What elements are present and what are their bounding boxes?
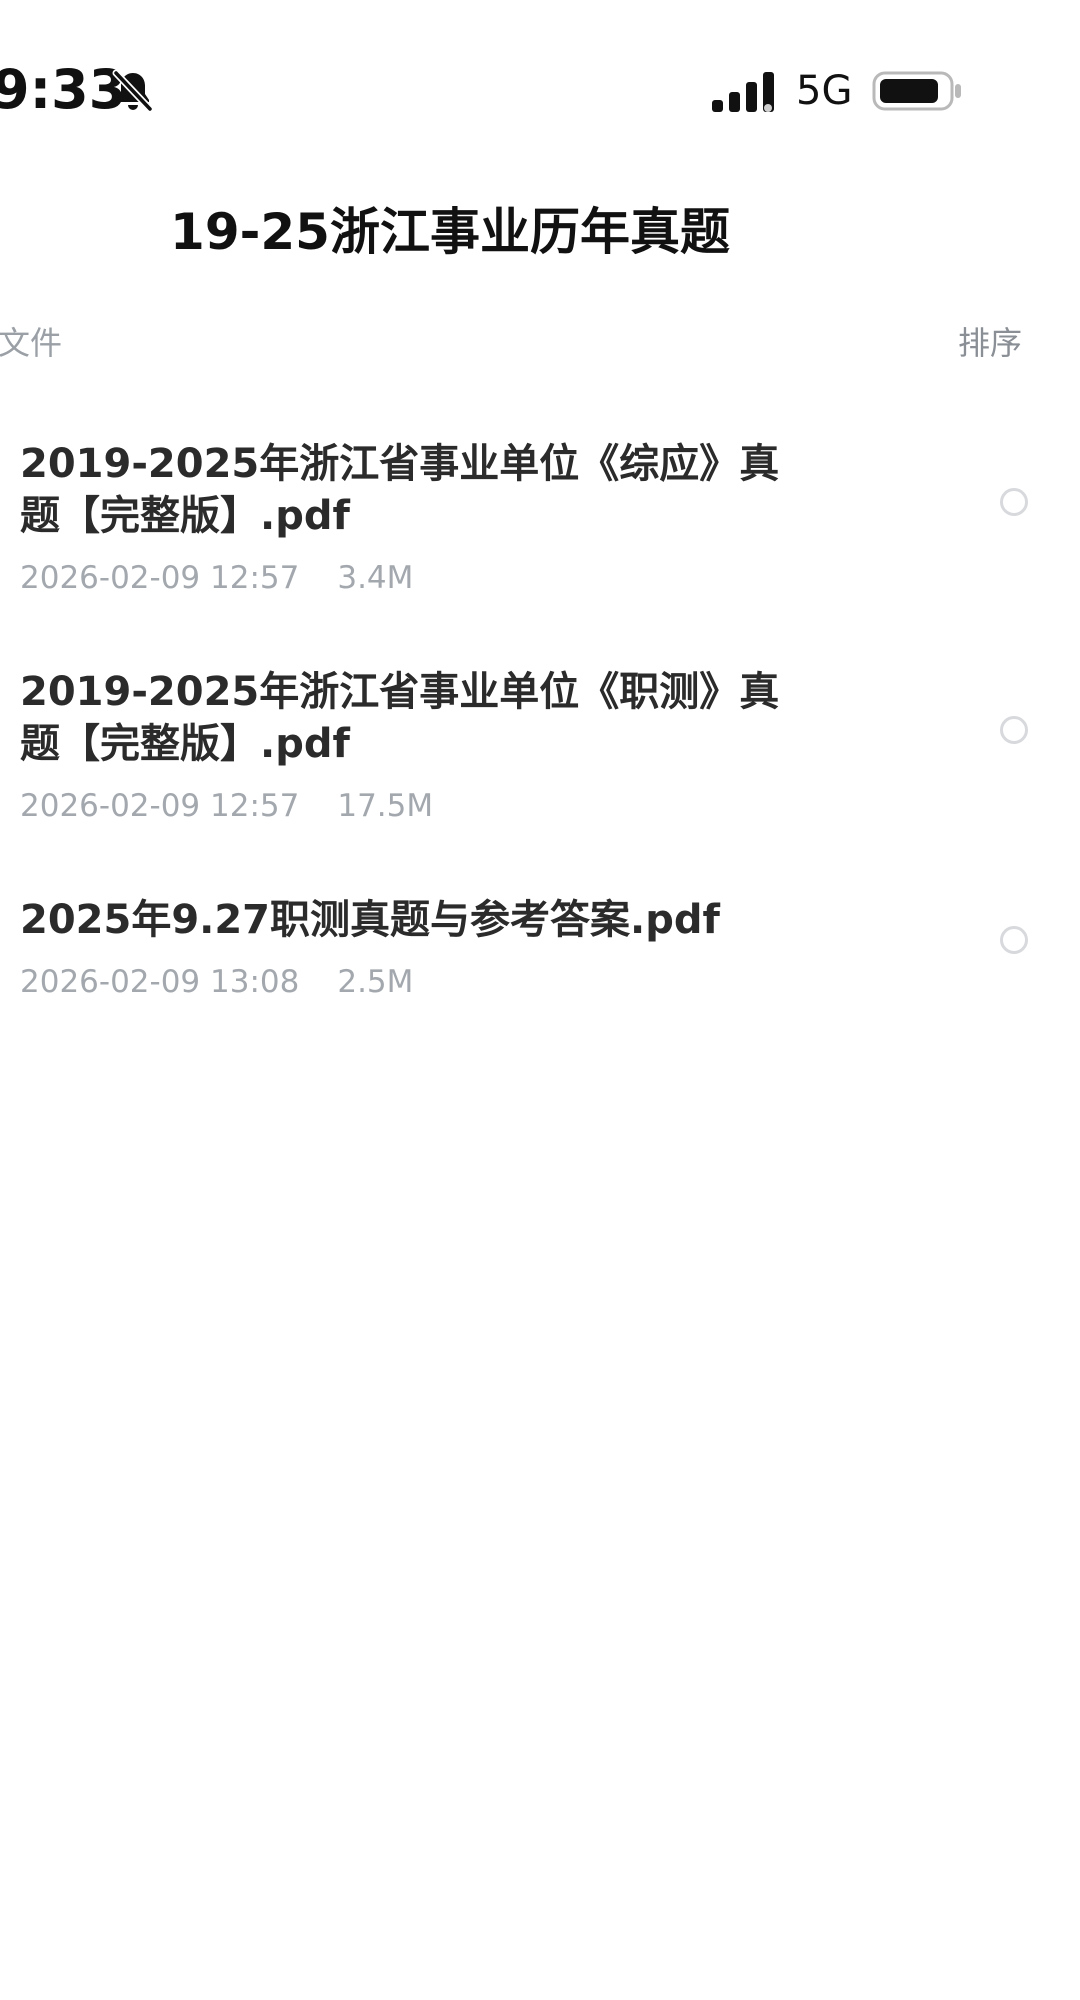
file-item[interactable]: 2025年9.27职测真题与参考答案.pdf 2026-02-09 13:08 2… — [0, 886, 1080, 1036]
page-title: 19-25浙江事业历年真题 — [170, 203, 730, 261]
select-radio[interactable] — [1000, 716, 1028, 744]
network-type: 5G — [796, 68, 853, 114]
file-meta: 2026-02-09 12:57 17.5M — [20, 788, 433, 824]
select-radio[interactable] — [1000, 488, 1028, 516]
select-radio[interactable] — [1000, 926, 1028, 954]
file-date: 2026-02-09 13:08 — [20, 964, 300, 1000]
file-meta: 2026-02-09 12:57 3.4M — [20, 560, 413, 596]
file-size: 3.4M — [337, 560, 414, 596]
battery-icon — [872, 71, 961, 111]
file-meta: 2026-02-09 13:08 2.5M — [20, 964, 413, 1000]
cellular-signal-icon — [712, 72, 774, 112]
file-item[interactable]: 2019-2025年浙江省事业单位《职测》真题【完整版】.pdf 2026-02… — [0, 658, 1080, 858]
file-name: 2019-2025年浙江省事业单位《职测》真题【完整版】.pdf — [20, 669, 780, 767]
bell-slash-icon — [112, 69, 154, 113]
status-bar: 9:33 5G — [0, 0, 1080, 170]
file-name: 2019-2025年浙江省事业单位《综应》真题【完整版】.pdf — [20, 441, 780, 539]
files-section-label: 文件 — [0, 324, 63, 362]
sort-button[interactable]: 排序 — [958, 318, 1022, 364]
file-date: 2026-02-09 12:57 — [20, 788, 300, 824]
file-item[interactable]: 2019-2025年浙江省事业单位《综应》真题【完整版】.pdf 2026-02… — [0, 430, 1080, 630]
file-size: 2.5M — [337, 964, 414, 1000]
screen: 9:33 5G 19-25浙江事业历年真题 文件 排序 2019-2025年浙江… — [0, 0, 1080, 2000]
file-name: 2025年9.27职测真题与参考答案.pdf — [20, 897, 720, 943]
status-time: 9:33 — [0, 58, 127, 121]
file-size: 17.5M — [337, 788, 434, 824]
file-date: 2026-02-09 12:57 — [20, 560, 300, 596]
